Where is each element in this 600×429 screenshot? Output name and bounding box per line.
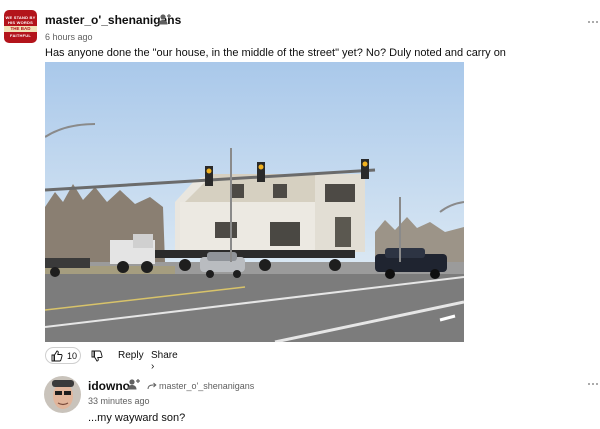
replying-to-username: master_o'_shenanigans: [159, 381, 255, 391]
share-button[interactable]: Share ›: [151, 350, 178, 372]
like-button[interactable]: 10: [45, 347, 81, 364]
more-options-icon[interactable]: [588, 21, 598, 24]
timestamp: 6 hours ago: [45, 32, 93, 42]
avatar-text-3: THE BAD: [4, 26, 37, 32]
thumbs-up-icon: [51, 350, 63, 361]
comment-photo[interactable]: [45, 62, 464, 342]
avatar-text-4: FAITHFUL: [10, 33, 31, 38]
reply-avatar-image: [44, 376, 81, 413]
avatar[interactable]: WE STAND BY HIS WORDS THE BAD FAITHFUL: [4, 10, 37, 43]
reply-text: ...my wayward son?: [88, 412, 186, 424]
avatar-text-2: HIS WORDS: [8, 20, 33, 25]
add-user-icon[interactable]: [127, 378, 141, 390]
street-house-illustration: [45, 62, 464, 342]
avatar[interactable]: [44, 376, 81, 413]
reply-button[interactable]: Reply: [118, 350, 144, 361]
reply-username[interactable]: idowno: [88, 379, 130, 393]
add-user-icon[interactable]: [158, 13, 172, 25]
like-count: 10: [67, 350, 78, 361]
comment-text: Has anyone done the "our house, in the m…: [45, 47, 506, 59]
thumbs-down-icon[interactable]: [91, 350, 103, 362]
reply-arrow-icon: [147, 382, 157, 389]
reply-timestamp: 33 minutes ago: [88, 396, 150, 406]
more-options-icon[interactable]: [588, 383, 598, 386]
replying-to[interactable]: master_o'_shenanigans: [147, 381, 254, 391]
